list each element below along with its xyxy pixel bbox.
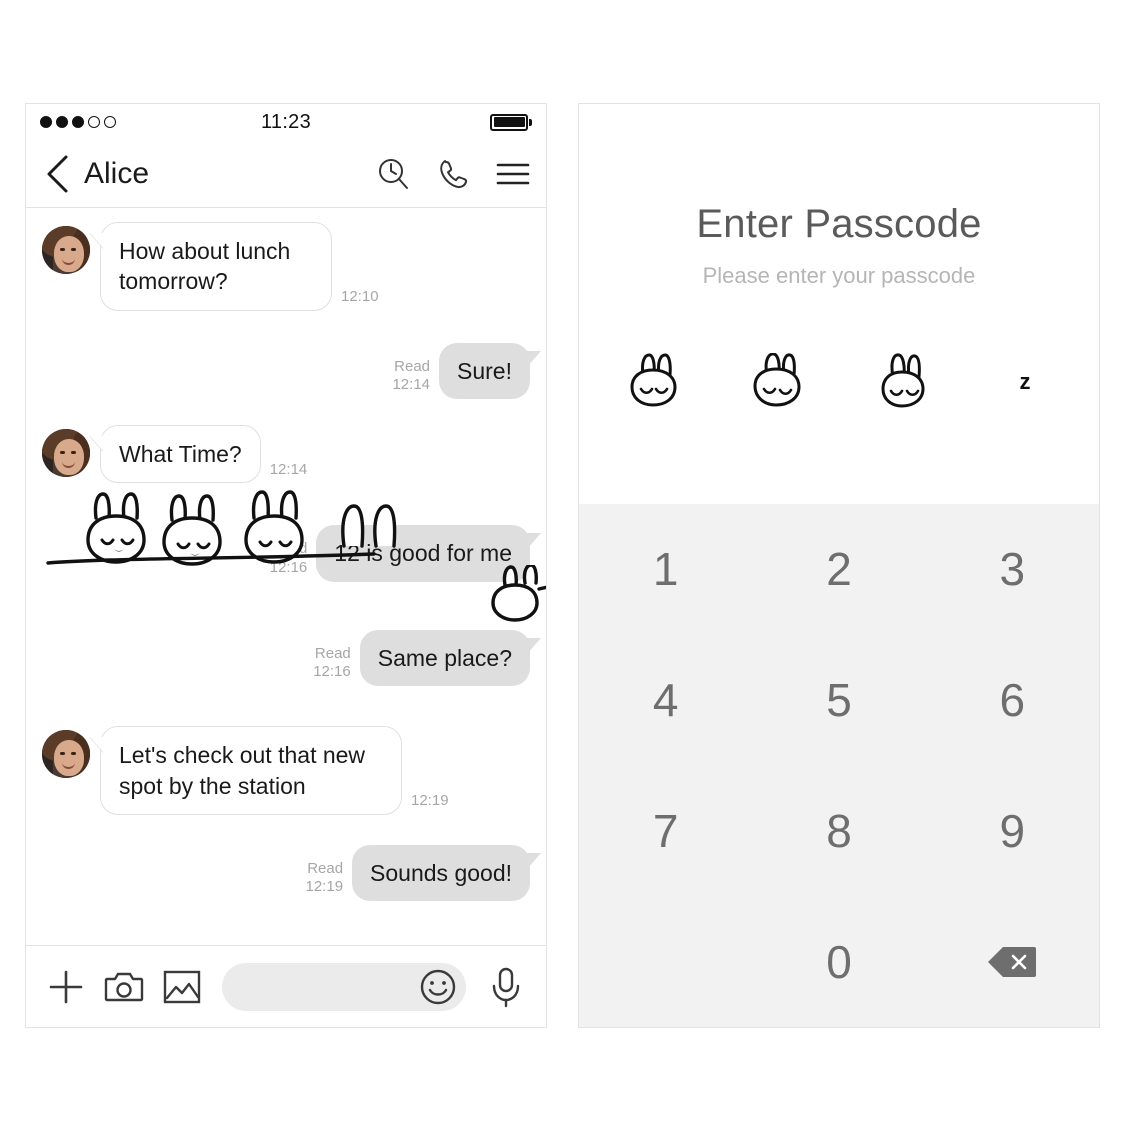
plus-icon bbox=[49, 970, 83, 1003]
camera-icon bbox=[104, 972, 144, 1001]
message-row-incoming: What Time? 12:14 bbox=[42, 425, 530, 484]
clock-search-icon bbox=[379, 158, 408, 189]
status-bar: 11:23 bbox=[26, 104, 546, 140]
message-input-bar bbox=[26, 945, 546, 1027]
microphone-icon-button[interactable] bbox=[484, 965, 528, 1009]
message-bubble[interactable]: 12 is good for me bbox=[316, 525, 541, 582]
chat-app-window: 11:23 Alice How about lunch tomorrow? 12… bbox=[25, 103, 547, 1028]
avatar[interactable] bbox=[42, 730, 90, 779]
message-timestamp: 12:14 bbox=[269, 460, 308, 478]
message-bubble[interactable]: Sure! bbox=[439, 342, 541, 400]
back-button[interactable] bbox=[36, 152, 80, 196]
message-bubble[interactable]: How about lunch tomorrow? bbox=[100, 222, 332, 311]
keypad-key-5[interactable]: 5 bbox=[752, 635, 925, 766]
phone-icon bbox=[440, 159, 468, 188]
passcode-slot-1-filled bbox=[620, 351, 686, 413]
keypad-delete-button[interactable] bbox=[926, 896, 1099, 1027]
hamburger-menu-icon-button[interactable] bbox=[496, 157, 530, 191]
numeric-keypad: 1 2 3 4 5 6 7 8 9 0 bbox=[579, 504, 1099, 1027]
passcode-lock-screen: Enter Passcode Please enter your passcod… bbox=[578, 103, 1100, 1028]
camera-icon-button[interactable] bbox=[102, 965, 146, 1009]
keypad-key-blank bbox=[579, 896, 752, 1027]
keypad-key-0[interactable]: 0 bbox=[752, 896, 925, 1027]
message-meta: 12:19 bbox=[411, 792, 449, 811]
message-bubble[interactable]: Let's check out that new spot by the sta… bbox=[100, 726, 402, 815]
passcode-slot-2-filled bbox=[744, 351, 810, 413]
message-bubble[interactable]: Sounds good! bbox=[352, 844, 541, 902]
read-receipt: Read bbox=[307, 859, 344, 877]
passcode-header-area: Enter Passcode Please enter your passcod… bbox=[579, 104, 1099, 504]
message-text-input[interactable] bbox=[222, 962, 466, 1011]
bunny-face-icon bbox=[753, 353, 801, 407]
message-meta: 12:14 bbox=[270, 461, 308, 480]
bunny-face-icon bbox=[881, 353, 925, 408]
keypad-key-2[interactable]: 2 bbox=[752, 504, 925, 635]
chat-header: Alice bbox=[26, 140, 546, 208]
passcode-slot-3-filled bbox=[868, 351, 934, 413]
bunny-face-icon bbox=[630, 353, 677, 407]
message-row-incoming: How about lunch tomorrow? 12:10 bbox=[42, 222, 530, 311]
keypad-key-8[interactable]: 8 bbox=[752, 766, 925, 897]
keypad-key-4[interactable]: 4 bbox=[579, 635, 752, 766]
keypad-key-6[interactable]: 6 bbox=[926, 635, 1099, 766]
chevron-left-icon bbox=[47, 155, 68, 192]
message-meta: Read 12:19 bbox=[306, 860, 344, 898]
backspace-delete-icon bbox=[986, 944, 1038, 980]
battery-full-icon bbox=[490, 113, 532, 131]
message-bubble[interactable]: Same place? bbox=[359, 629, 542, 687]
message-timestamp: 12:19 bbox=[411, 792, 449, 810]
photo-gallery-icon bbox=[163, 970, 201, 1003]
hamburger-menu-icon bbox=[496, 163, 530, 184]
message-row-incoming: Let's check out that new spot by the sta… bbox=[42, 726, 530, 815]
photo-gallery-icon-button[interactable] bbox=[160, 965, 204, 1009]
message-meta: Read 12:16 bbox=[270, 540, 308, 578]
message-meta: 12:10 bbox=[341, 288, 379, 307]
message-timestamp: 12:14 bbox=[392, 376, 431, 394]
chat-header-actions bbox=[376, 157, 530, 191]
message-list[interactable]: How about lunch tomorrow? 12:10 Read 12:… bbox=[26, 208, 546, 945]
message-row-outgoing: Read 12:19 Sounds good! bbox=[42, 844, 541, 902]
phone-call-icon-button[interactable] bbox=[436, 157, 470, 191]
avatar[interactable] bbox=[42, 429, 90, 478]
message-meta: Read 12:16 bbox=[313, 645, 351, 683]
microphone-icon bbox=[492, 967, 520, 1007]
passcode-title: Enter Passcode bbox=[696, 202, 982, 246]
keypad-key-1[interactable]: 1 bbox=[579, 504, 752, 635]
avatar[interactable] bbox=[42, 226, 90, 274]
keypad-key-3[interactable]: 3 bbox=[926, 504, 1099, 635]
passcode-slot-4-empty: z bbox=[992, 351, 1058, 413]
emoji-smiley-icon bbox=[420, 969, 456, 1004]
message-timestamp: 12:19 bbox=[305, 878, 344, 896]
message-timestamp: 12:10 bbox=[341, 287, 379, 305]
message-row-outgoing: Read 12:16 Same place? bbox=[42, 629, 542, 687]
passcode-subtitle: Please enter your passcode bbox=[702, 263, 976, 288]
backspace-delete-icon bbox=[988, 946, 1037, 977]
message-bubble[interactable]: What Time? bbox=[100, 425, 261, 484]
message-row-outgoing: Read 12:16 12 is good for me bbox=[42, 525, 541, 582]
message-meta: Read 12:14 bbox=[392, 358, 430, 396]
status-bar-clock: 11:23 bbox=[260, 110, 312, 133]
passcode-indicator-row: z bbox=[620, 351, 1058, 413]
message-timestamp: 12:16 bbox=[269, 559, 308, 577]
chat-contact-name: Alice bbox=[84, 156, 150, 190]
plus-icon-button[interactable] bbox=[44, 965, 88, 1009]
keypad-key-7[interactable]: 7 bbox=[579, 766, 752, 897]
read-receipt: Read bbox=[394, 357, 431, 375]
emoji-smiley-icon-button[interactable] bbox=[419, 968, 457, 1006]
passcode-empty-glyph: z bbox=[1019, 369, 1031, 394]
clock-search-icon-button[interactable] bbox=[376, 157, 410, 191]
read-receipt: Read bbox=[314, 644, 351, 662]
read-receipt: Read bbox=[271, 540, 308, 558]
message-row-outgoing: Read 12:14 Sure! bbox=[42, 342, 541, 400]
keypad-key-9[interactable]: 9 bbox=[926, 766, 1099, 897]
message-timestamp: 12:16 bbox=[313, 663, 351, 681]
